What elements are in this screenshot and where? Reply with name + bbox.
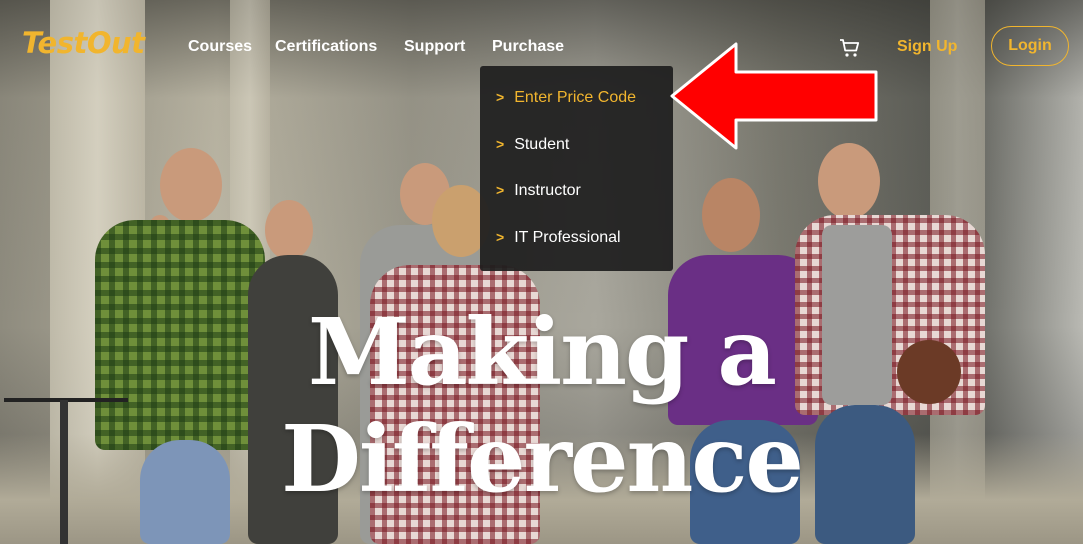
menu-item-instructor[interactable]: > Instructor [496, 182, 581, 204]
nav-link-courses[interactable]: Courses [188, 38, 252, 56]
chevron-right-icon: > [496, 136, 505, 152]
nav-link-certifications[interactable]: Certifications [275, 38, 377, 56]
person-head [702, 178, 760, 252]
menu-item-enter-price-code[interactable]: > Enter Price Code [496, 89, 636, 111]
hero-headline-line-1: Making a [308, 298, 777, 406]
hero-headline-line-2: Difference [281, 405, 804, 513]
person-head [160, 148, 222, 222]
sign-up-link[interactable]: Sign Up [897, 38, 957, 56]
menu-item-student[interactable]: > Student [496, 136, 569, 158]
red-arrow-pointer-icon [670, 42, 878, 150]
chevron-right-icon: > [496, 89, 505, 105]
purchase-dropdown-menu: > Enter Price Code > Student > Instructor >… [480, 66, 673, 271]
menu-item-it-professional[interactable]: > IT Professional [496, 229, 621, 251]
chevron-right-icon: > [496, 229, 505, 245]
person-head [818, 143, 880, 219]
person-head [265, 200, 313, 260]
nav-link-support[interactable]: Support [404, 38, 465, 56]
chevron-right-icon: > [496, 182, 505, 198]
nav-link-purchase[interactable]: Purchase [492, 38, 564, 56]
login-button[interactable]: Login [991, 26, 1069, 66]
testout-logo[interactable]: TestOut [22, 26, 145, 60]
